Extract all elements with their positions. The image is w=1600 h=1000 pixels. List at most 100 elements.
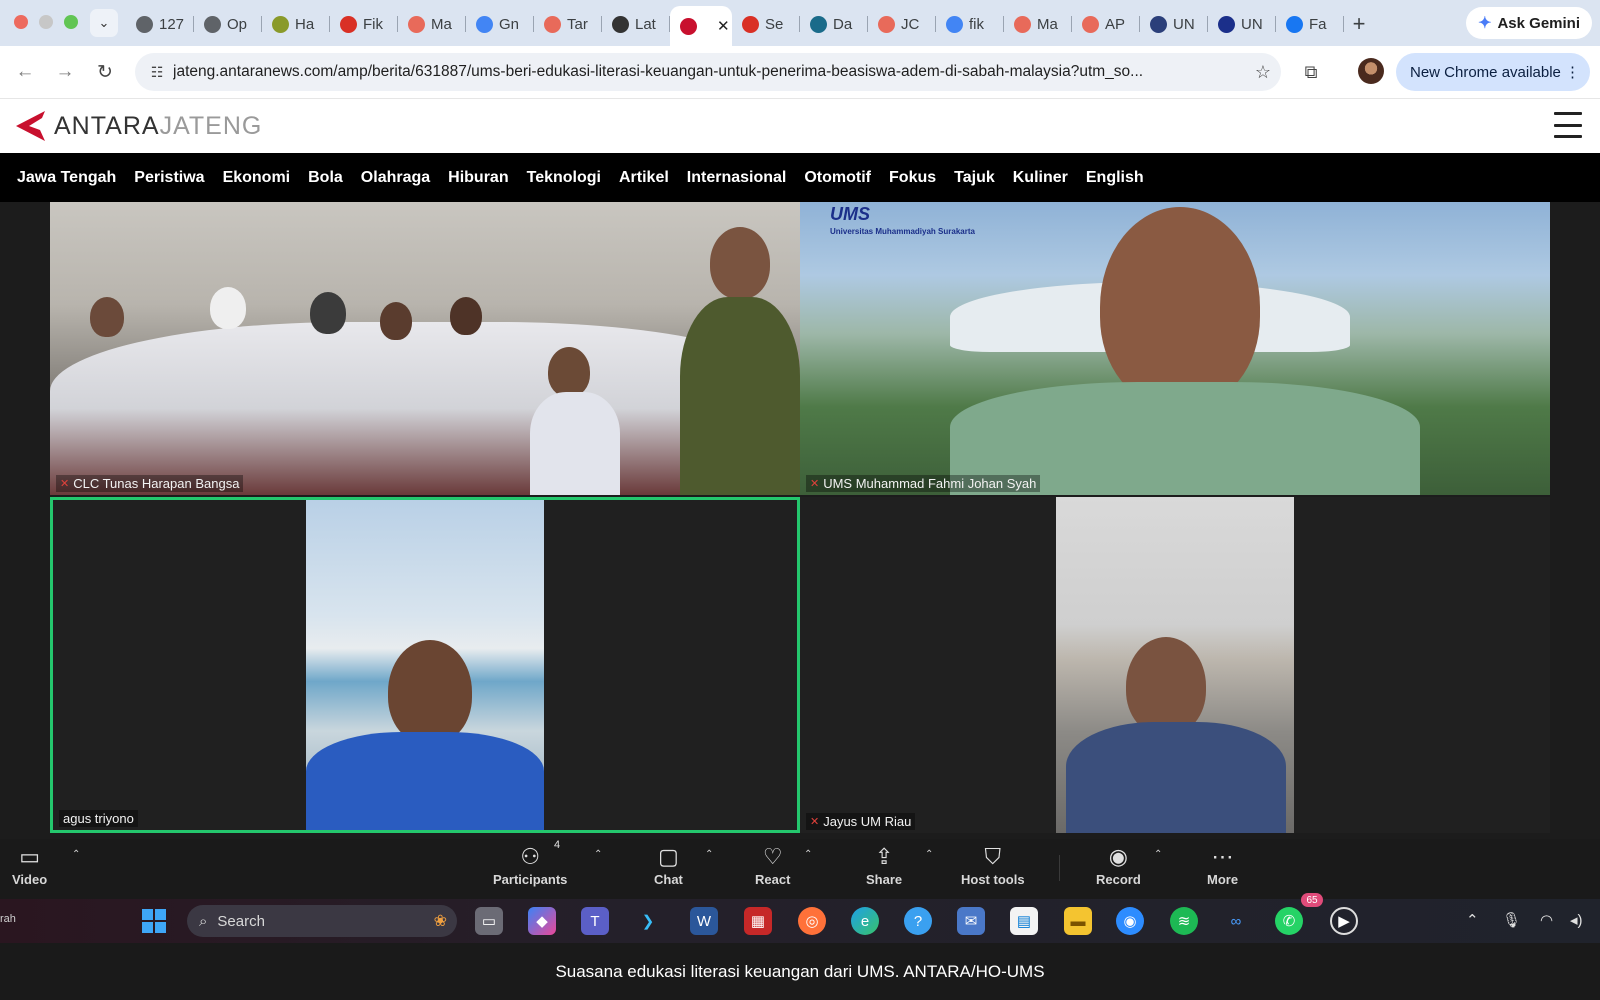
- spotify-icon[interactable]: ≋: [1170, 907, 1198, 935]
- nav-item-otomotif[interactable]: Otomotif: [804, 169, 871, 187]
- edge-icon[interactable]: e: [851, 907, 879, 935]
- tab[interactable]: Ma: [1004, 6, 1072, 42]
- nav-item-teknologi[interactable]: Teknologi: [527, 169, 601, 187]
- site-header: ANTARAJATENG: [0, 98, 1600, 153]
- tab[interactable]: Ma: [398, 6, 466, 42]
- whatsapp-icon[interactable]: ✆: [1275, 907, 1303, 935]
- new-chrome-available-button[interactable]: New Chrome available ⋮: [1396, 53, 1590, 91]
- taskbar-search[interactable]: ⌕ Search ❀: [187, 905, 457, 937]
- extensions-icon[interactable]: ⧉: [1298, 59, 1324, 85]
- tab-label: JC: [901, 15, 920, 33]
- url-text[interactable]: jateng.antaranews.com/amp/berita/631887/…: [173, 63, 1245, 81]
- share-button[interactable]: ⇪ Share: [866, 845, 902, 888]
- tab[interactable]: fik: [936, 6, 1004, 42]
- nav-item-tajuk[interactable]: Tajuk: [954, 169, 995, 187]
- tab-active[interactable]: ✕: [670, 6, 732, 46]
- nav-item-english[interactable]: English: [1086, 169, 1144, 187]
- nav-item-hiburan[interactable]: Hiburan: [448, 169, 508, 187]
- teams-icon[interactable]: T: [581, 907, 609, 935]
- nav-item-fokus[interactable]: Fokus: [889, 169, 936, 187]
- tab-label: Da: [833, 15, 853, 33]
- caret-up-icon[interactable]: ⌃: [594, 849, 602, 860]
- tab[interactable]: Gn: [466, 6, 534, 42]
- tab[interactable]: Fik: [330, 6, 398, 42]
- react-button[interactable]: ♡ React: [755, 845, 790, 888]
- tab[interactable]: 127: [126, 6, 194, 42]
- bookmark-star-icon[interactable]: ☆: [1245, 62, 1281, 83]
- help-icon[interactable]: ?: [904, 907, 932, 935]
- nav-item-internasional[interactable]: Internasional: [687, 169, 787, 187]
- tab-search-button[interactable]: ⌄: [90, 9, 118, 37]
- participants-button[interactable]: ⚇ Participants: [493, 845, 567, 888]
- vscode-icon[interactable]: ❯: [634, 907, 662, 935]
- chat-button[interactable]: ▢ Chat: [654, 845, 683, 888]
- search-highlight-icon: ❀: [433, 913, 447, 930]
- app-infinity-icon[interactable]: ∞: [1222, 907, 1250, 935]
- tab[interactable]: Op: [194, 6, 262, 42]
- tab[interactable]: Fa: [1276, 6, 1344, 42]
- wifi-icon[interactable]: ◠: [1540, 911, 1553, 929]
- caret-up-icon[interactable]: ⌃: [925, 849, 933, 860]
- tab[interactable]: UN: [1140, 6, 1208, 42]
- volume-icon[interactable]: ◂): [1570, 911, 1583, 929]
- arrow-left-icon: ←: [15, 61, 35, 82]
- browser-tab-strip: ⌄ 127 Op Ha Fik Ma Gn Tar Lat ✕ Se Da JC fik Ma AP UN UN…: [0, 0, 1600, 46]
- tray-overflow-icon[interactable]: ⌃: [1466, 911, 1479, 929]
- new-tab-button[interactable]: +: [1344, 6, 1374, 42]
- nav-item-ekonomi[interactable]: Ekonomi: [223, 169, 291, 187]
- outlook-icon[interactable]: ✉: [957, 907, 985, 935]
- firefox-icon[interactable]: ◎: [798, 907, 826, 935]
- tab[interactable]: UN: [1208, 6, 1276, 42]
- word-icon[interactable]: W: [690, 907, 718, 935]
- window-close-button[interactable]: [14, 15, 28, 29]
- forward-button[interactable]: →: [52, 59, 78, 85]
- tab[interactable]: AP: [1072, 6, 1140, 42]
- menu-hamburger-icon[interactable]: [1554, 112, 1582, 138]
- host-tools-button[interactable]: ⛉ Host tools: [961, 845, 1025, 888]
- tab[interactable]: Da: [800, 6, 868, 42]
- tab[interactable]: Lat: [602, 6, 670, 42]
- tab[interactable]: JC: [868, 6, 936, 42]
- file-explorer-icon[interactable]: ▬: [1064, 907, 1092, 935]
- tab-label: Fik: [363, 15, 383, 33]
- task-view-icon[interactable]: ▭: [475, 907, 503, 935]
- nav-item-olahraga[interactable]: Olahraga: [361, 169, 430, 187]
- nav-item-kuliner[interactable]: Kuliner: [1013, 169, 1068, 187]
- close-tab-icon[interactable]: ✕: [717, 17, 730, 35]
- nav-item-bola[interactable]: Bola: [308, 169, 343, 187]
- back-button[interactable]: ←: [12, 59, 38, 85]
- tab-label: UN: [1173, 15, 1195, 33]
- caret-up-icon[interactable]: ⌃: [72, 849, 80, 860]
- nav-item-jawa-tengah[interactable]: Jawa Tengah: [17, 169, 116, 187]
- window-maximize-button[interactable]: [64, 15, 78, 29]
- media-player-icon[interactable]: ▶: [1330, 907, 1358, 935]
- app-red-icon[interactable]: ▦: [744, 907, 772, 935]
- zoom-icon[interactable]: ◉: [1116, 907, 1144, 935]
- caret-up-icon[interactable]: ⌃: [705, 849, 713, 860]
- copilot-icon[interactable]: ◆: [528, 907, 556, 935]
- tab[interactable]: Ha: [262, 6, 330, 42]
- address-bar[interactable]: ☷ jateng.antaranews.com/amp/berita/63188…: [135, 53, 1281, 91]
- nav-item-peristiwa[interactable]: Peristiwa: [134, 169, 204, 187]
- tile-name-label: ✕ Jayus UM Riau: [806, 813, 916, 830]
- window-minimize-button[interactable]: [39, 15, 53, 29]
- tab[interactable]: Se: [732, 6, 800, 42]
- profile-avatar[interactable]: [1358, 58, 1384, 84]
- more-button[interactable]: ⋯ More: [1207, 845, 1238, 888]
- nav-item-artikel[interactable]: Artikel: [619, 169, 669, 187]
- openai-icon: [204, 15, 221, 33]
- ask-gemini-button[interactable]: ✦ Ask Gemini: [1466, 7, 1592, 39]
- whatsapp-badge: 65: [1301, 893, 1323, 907]
- asterisk-icon: [544, 15, 561, 33]
- tray-mic-icon[interactable]: 🎙: [1502, 911, 1521, 929]
- antara-logo[interactable]: ANTARAJATENG: [12, 108, 262, 144]
- reload-button[interactable]: ↻: [92, 59, 118, 85]
- video-button[interactable]: ▭ Video: [12, 845, 47, 888]
- caret-up-icon[interactable]: ⌃: [804, 849, 812, 860]
- record-button[interactable]: ◉ Record: [1096, 845, 1141, 888]
- site-settings-icon[interactable]: ☷: [141, 64, 173, 81]
- caret-up-icon[interactable]: ⌃: [1154, 849, 1162, 860]
- store-icon[interactable]: ▤: [1010, 907, 1038, 935]
- windows-start-icon[interactable]: [140, 907, 168, 935]
- tab[interactable]: Tar: [534, 6, 602, 42]
